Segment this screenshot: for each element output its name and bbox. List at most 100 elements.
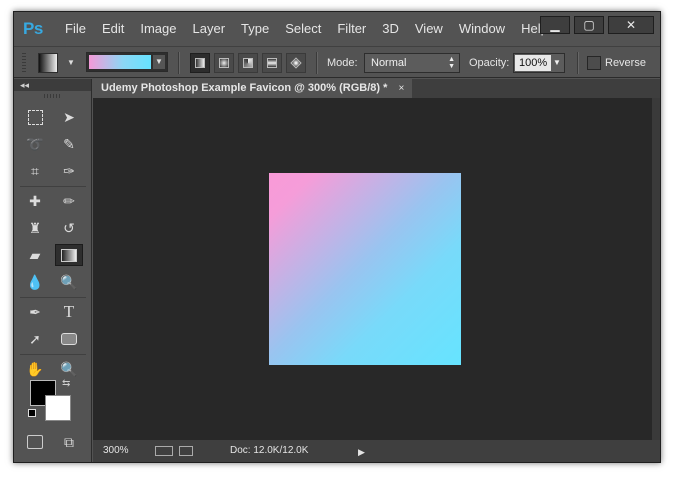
gradient-picker-dropdown-icon[interactable]: ▼ [153, 55, 165, 69]
eraser-icon: ▰ [29, 246, 41, 263]
background-color-swatch[interactable] [45, 395, 71, 421]
document-tab-title: Udemy Photoshop Example Favicon @ 300% (… [101, 82, 388, 94]
close-button[interactable]: ✕ [608, 16, 654, 34]
eraser-tool[interactable]: ▰ [21, 244, 49, 266]
select-arrows-icon: ▲ ▼ [448, 56, 455, 70]
rounded-rectangle-icon [61, 333, 77, 345]
linear-gradient-icon [195, 58, 205, 68]
close-tab-icon[interactable]: × [398, 83, 404, 94]
zoom-tool[interactable]: 🔍 [55, 358, 83, 380]
export-icon[interactable] [179, 446, 193, 456]
type-tool[interactable]: T [55, 301, 83, 323]
angle-gradient-icon [243, 58, 253, 68]
quick-mask-button[interactable] [21, 431, 49, 453]
gradient-preview[interactable] [89, 55, 151, 69]
menu-window[interactable]: Window [451, 12, 513, 46]
document-tab[interactable]: Udemy Photoshop Example Favicon @ 300% (… [93, 79, 413, 98]
dodge-tool[interactable]: 🔍 [55, 271, 83, 293]
radial-gradient-button[interactable] [214, 53, 234, 73]
mode-select[interactable]: Normal ▲ ▼ [364, 53, 460, 73]
lasso-tool[interactable]: ➰ [21, 133, 49, 155]
blur-tool[interactable]: 💧 [21, 271, 49, 293]
linear-gradient-button[interactable] [190, 53, 210, 73]
mode-value: Normal [371, 57, 407, 69]
eyedropper-tool[interactable]: ✑ [55, 160, 83, 182]
menu-layer[interactable]: Layer [185, 12, 234, 46]
gradient-tool[interactable] [55, 244, 83, 266]
reflected-gradient-button[interactable] [262, 53, 282, 73]
history-brush-tool[interactable]: ↺ [55, 217, 83, 239]
reverse-label: Reverse [605, 57, 646, 69]
tools-divider [20, 354, 86, 355]
tool-preset-caret-icon[interactable]: ▼ [67, 58, 75, 67]
bandage-icon: ✚ [29, 192, 41, 209]
options-divider [178, 52, 179, 74]
diamond-gradient-button[interactable] [286, 53, 306, 73]
marquee-tool[interactable] [21, 106, 49, 128]
vertical-scrollbar[interactable] [652, 98, 660, 440]
clone-stamp-tool[interactable]: ♜ [21, 217, 49, 239]
radial-gradient-icon [219, 58, 229, 68]
document-canvas-image[interactable] [269, 173, 461, 365]
quick-selection-icon: ✎ [63, 135, 75, 152]
crop-tool[interactable]: ⌗ [21, 160, 49, 182]
doc-size-info: Doc: 12.0K/12.0K [230, 445, 309, 456]
menu-edit[interactable]: Edit [94, 12, 132, 46]
opacity-value[interactable]: 100% [515, 55, 551, 71]
history-brush-icon: ↺ [63, 219, 75, 236]
hand-tool[interactable]: ✋ [21, 358, 49, 380]
default-colors-icon[interactable] [28, 409, 36, 417]
path-selection-tool[interactable]: ➚ [21, 328, 49, 350]
maximize-button[interactable]: ▢ [574, 16, 604, 34]
mode-label: Mode: [327, 57, 358, 69]
tools-collapse-button[interactable]: ◂◂ [14, 79, 91, 91]
zoom-icon: 🔍 [60, 360, 78, 377]
reflected-gradient-icon [267, 58, 277, 68]
diamond-gradient-icon [290, 57, 302, 69]
opacity-label: Opacity: [469, 57, 510, 69]
menu-file[interactable]: File [57, 12, 94, 46]
eyedropper-icon: ✑ [63, 162, 75, 179]
healing-brush-tool[interactable]: ✚ [21, 190, 49, 212]
brush-tool[interactable]: ✏ [55, 190, 83, 212]
menu-type[interactable]: Type [233, 12, 277, 46]
gradient-editor-swatch[interactable]: ▼ [86, 52, 168, 72]
menu-bar: Ps File Edit Image Layer Type Select Fil… [14, 12, 660, 46]
path-selection-icon: ➚ [29, 330, 41, 347]
reverse-checkbox[interactable] [587, 56, 601, 70]
blur-drop-icon: 💧 [26, 273, 44, 290]
angle-gradient-button[interactable] [238, 53, 258, 73]
marquee-icon [27, 109, 43, 125]
stamp-icon: ♜ [28, 219, 42, 236]
zoom-level[interactable]: 300% [103, 440, 129, 462]
menu-image[interactable]: Image [132, 12, 184, 46]
opacity-field[interactable]: 100% ▼ [513, 53, 565, 73]
options-grip[interactable] [22, 53, 26, 73]
screen-mode-button[interactable]: ⧉ [55, 431, 83, 453]
menu-filter[interactable]: Filter [329, 12, 374, 46]
move-icon: ➤ [63, 108, 75, 125]
menu-select[interactable]: Select [277, 12, 329, 46]
pen-tool[interactable]: ✒ [21, 301, 49, 323]
minimize-button[interactable]: ▁ [540, 16, 570, 34]
tools-divider [20, 186, 86, 187]
options-divider [577, 52, 578, 74]
menu-view[interactable]: View [407, 12, 451, 46]
swap-colors-icon[interactable]: ⇆ [62, 378, 70, 389]
move-tool[interactable]: ➤ [55, 106, 83, 128]
photoshop-window: Ps File Edit Image Layer Type Select Fil… [13, 11, 661, 463]
shape-tool[interactable] [55, 328, 83, 350]
tools-grip[interactable] [43, 94, 62, 98]
canvas-area[interactable] [93, 98, 652, 440]
menu-3d[interactable]: 3D [374, 12, 407, 46]
status-bar: 300% Doc: 12.0K/12.0K ▶ [93, 440, 660, 462]
crop-icon: ⌗ [31, 162, 39, 179]
window-controls: ▁ ▢ ✕ [540, 16, 654, 34]
brush-icon: ✏ [63, 192, 75, 209]
opacity-dropdown-icon[interactable]: ▼ [550, 54, 564, 72]
tool-preset-picker[interactable] [38, 53, 58, 73]
status-menu-arrow-icon[interactable]: ▶ [358, 441, 365, 463]
quick-selection-tool[interactable]: ✎ [55, 133, 83, 155]
timeline-icon[interactable] [155, 446, 173, 456]
gradient-icon [61, 248, 77, 262]
